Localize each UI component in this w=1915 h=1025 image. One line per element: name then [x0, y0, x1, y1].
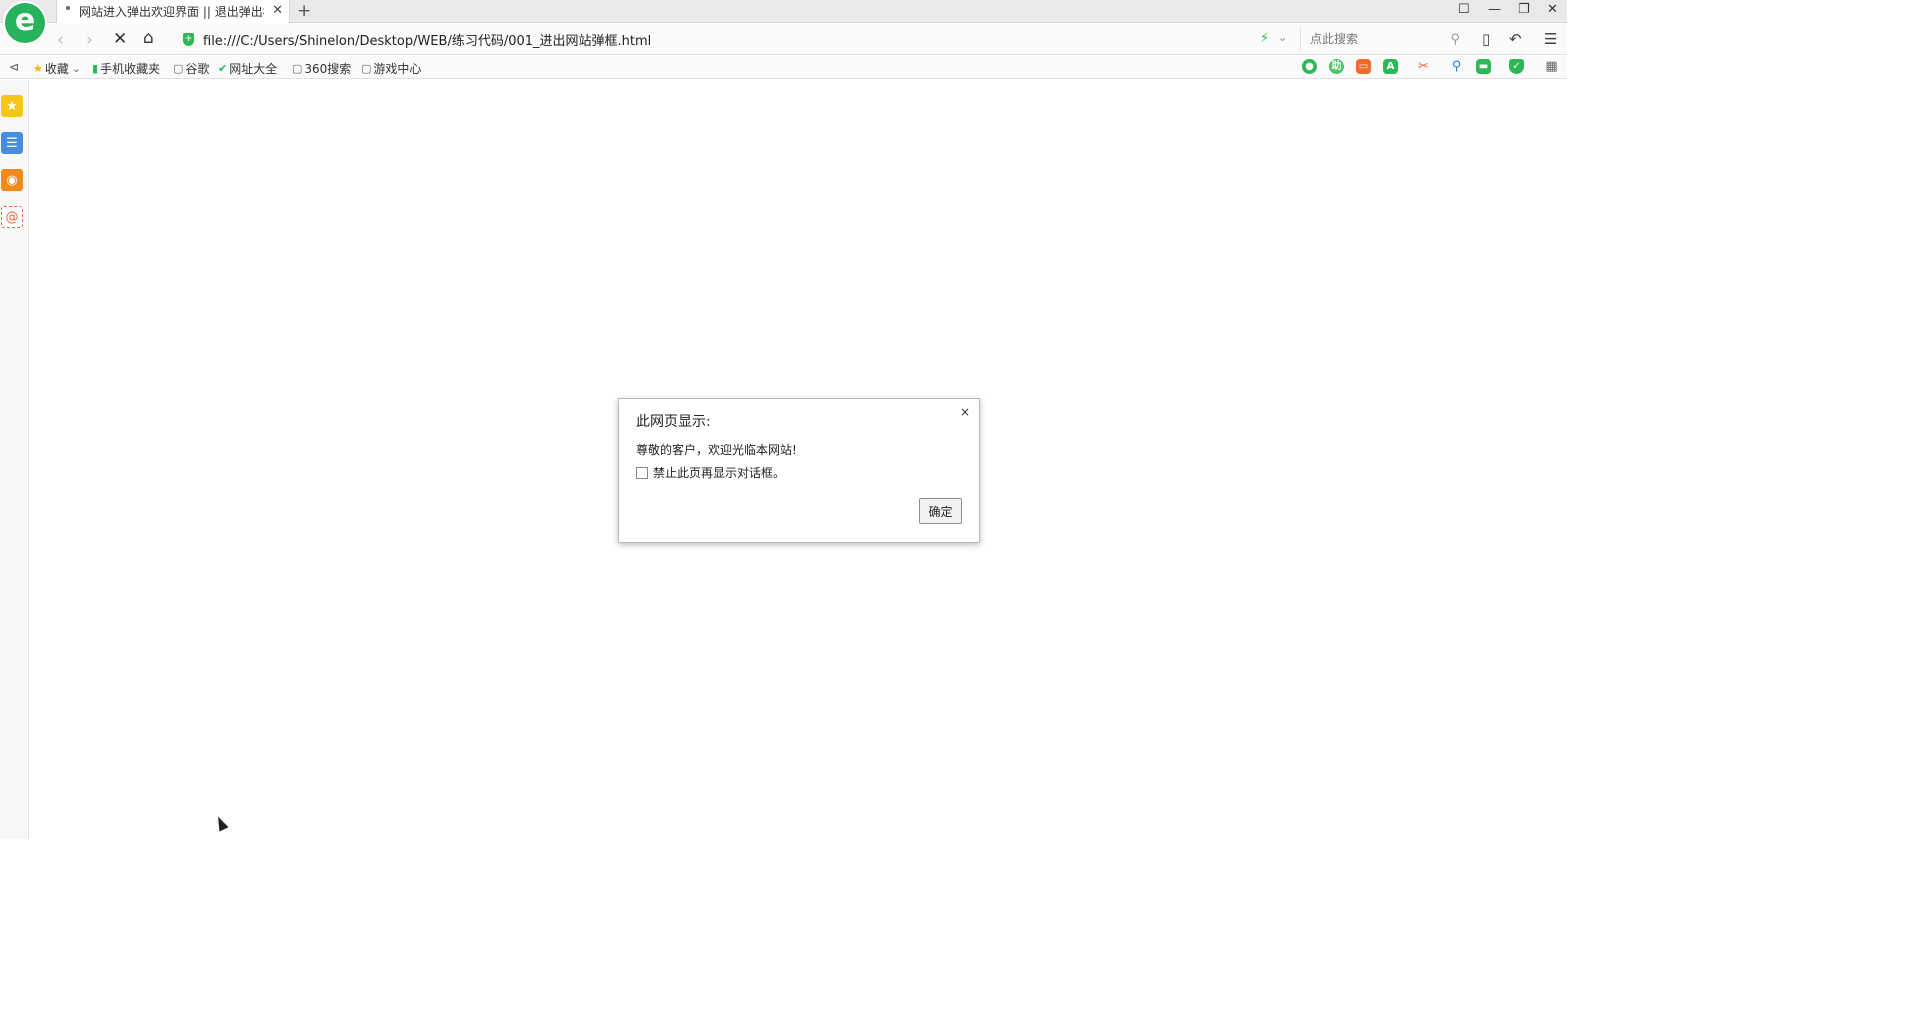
- bookmark-games[interactable]: ▢ 游戏中心: [361, 60, 421, 77]
- chat-extension-icon[interactable]: ●: [1302, 59, 1317, 74]
- bookmarks-bar: ⊲ ★ 收藏 ⌄ ▮ 手机收藏夹 ▢ 谷歌 ✔ 网址大全 ▢ 360搜索 ▢ 游…: [0, 56, 1567, 79]
- speed-mode-icon[interactable]: ⚡: [1260, 31, 1269, 46]
- favorites-star-icon[interactable]: ★: [1, 95, 23, 117]
- device-icon[interactable]: ▯: [1482, 30, 1490, 48]
- star-icon: ★: [33, 62, 43, 75]
- alert-dialog: 此网页显示: × 尊敬的客户，欢迎光临本网站! 禁止此页再显示对话框。 确定: [618, 398, 980, 543]
- page-icon: ▢: [173, 62, 184, 75]
- apps-grid-icon[interactable]: ▦: [1544, 59, 1559, 74]
- checkmark-icon: ✔: [218, 62, 228, 75]
- bookmark-label: 收藏: [44, 62, 69, 76]
- search-box[interactable]: ⚲: [1300, 27, 1468, 51]
- logo-letter: e: [14, 3, 36, 38]
- magnifier-icon[interactable]: ⚲: [1449, 59, 1464, 74]
- left-sidebar: ★ ☰ ◉ @: [0, 80, 29, 839]
- gamepad-icon[interactable]: ▬: [1476, 59, 1491, 74]
- mouse-cursor-icon: [213, 814, 229, 832]
- security-shield-icon[interactable]: ✓: [1509, 59, 1524, 74]
- stop-icon[interactable]: ✕: [113, 29, 127, 49]
- bookmark-favorites[interactable]: ★ 收藏 ⌄: [33, 60, 83, 77]
- bookmark-label: 游戏中心: [373, 62, 422, 76]
- dialog-close-button[interactable]: ×: [960, 405, 970, 419]
- restore-button[interactable]: ❐: [1518, 2, 1530, 17]
- secure-shield-icon: +: [183, 32, 194, 46]
- dialog-message: 尊敬的客户，欢迎光临本网站!: [636, 443, 797, 457]
- chevron-down-icon: ⌄: [71, 62, 82, 75]
- undo-icon[interactable]: ↶: [1509, 30, 1522, 48]
- ok-button[interactable]: 确定: [919, 498, 962, 524]
- phone-icon: ▮: [92, 62, 99, 75]
- home-icon[interactable]: ⌂: [143, 28, 154, 48]
- suppress-dialogs-checkbox[interactable]: 禁止此页再显示对话框。: [636, 464, 785, 481]
- search-input[interactable]: [1310, 32, 1440, 46]
- search-icon[interactable]: ⚲: [1450, 32, 1460, 47]
- weibo-icon[interactable]: ◉: [1, 169, 23, 191]
- address-bar[interactable]: + file:///C:/Users/Shinelon/Desktop/WEB/…: [178, 27, 1278, 51]
- navigation-bar: ‹ › ✕ ⌂ + file:///C:/Users/Shinelon/Desk…: [0, 24, 1567, 55]
- bookmark-360search[interactable]: ▢ 360搜索: [292, 60, 351, 77]
- loading-icon: [66, 6, 70, 10]
- mail-icon[interactable]: @: [1, 206, 23, 228]
- scissors-icon[interactable]: ✂: [1416, 59, 1431, 74]
- back-icon[interactable]: ‹: [57, 30, 64, 50]
- sidebar-toggle-icon[interactable]: ⊲: [9, 60, 19, 74]
- page-icon: ▢: [361, 62, 372, 75]
- menu-icon[interactable]: ☰: [1544, 30, 1557, 48]
- tab-active[interactable]: 网站进入弹出欢迎界面 || 退出弹出框 ✕: [56, 0, 290, 23]
- bookmark-label: 网址大全: [229, 62, 278, 76]
- bookmark-mobile[interactable]: ▮ 手机收藏夹: [92, 60, 160, 77]
- bookmark-google[interactable]: ▢ 谷歌: [173, 60, 209, 77]
- close-window-button[interactable]: ✕: [1547, 2, 1558, 17]
- url-text: file:///C:/Users/Shinelon/Desktop/WEB/练习…: [203, 33, 652, 49]
- news-icon[interactable]: ☰: [1, 132, 23, 154]
- checkbox-label: 禁止此页再显示对话框。: [653, 466, 786, 480]
- forward-icon[interactable]: ›: [86, 30, 93, 50]
- bookmark-label: 手机收藏夹: [100, 62, 161, 76]
- bookmark-label: 360搜索: [304, 62, 352, 76]
- title-bar: 网站进入弹出欢迎界面 || 退出弹出框 ✕ + ☐ — ❐ ✕: [0, 0, 1567, 23]
- bookmark-hao360[interactable]: ✔ 网址大全: [218, 60, 277, 77]
- helper-extension-icon[interactable]: 助: [1329, 59, 1344, 74]
- tab-close-button[interactable]: ✕: [272, 3, 283, 18]
- checkbox-box[interactable]: [636, 466, 648, 479]
- bookmark-label: 谷歌: [185, 62, 210, 76]
- browser-logo[interactable]: e: [5, 3, 45, 43]
- skin-icon[interactable]: ☐: [1458, 2, 1470, 17]
- tab-title: 网站进入弹出欢迎界面 || 退出弹出框: [79, 5, 264, 19]
- page-icon: ▢: [292, 62, 303, 75]
- tv-extension-icon[interactable]: ▭: [1356, 59, 1371, 74]
- translate-extension-icon[interactable]: A: [1383, 59, 1398, 74]
- dialog-title: 此网页显示:: [636, 414, 711, 430]
- chevron-down-icon[interactable]: ⌄: [1278, 31, 1287, 44]
- minimize-button[interactable]: —: [1488, 2, 1501, 17]
- new-tab-button[interactable]: +: [297, 1, 311, 21]
